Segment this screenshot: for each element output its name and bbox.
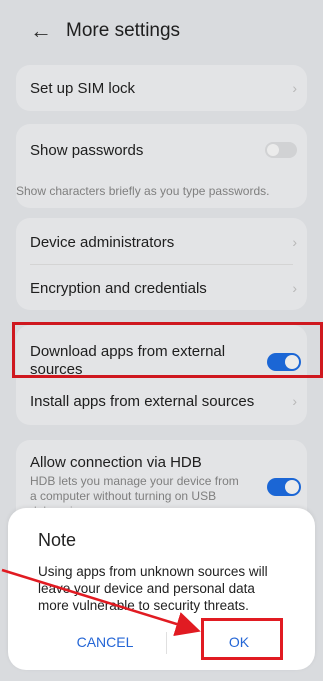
dialog-message-line1: Using apps from unknown sources will <box>38 564 268 579</box>
dialog-message: Using apps from unknown sources will lea… <box>38 563 300 614</box>
cancel-button[interactable]: CANCEL <box>60 634 150 650</box>
dialog-title: Note <box>38 530 77 550</box>
dialog-message-line3: more vulnerable to security threats. <box>38 598 249 613</box>
button-divider <box>166 632 167 654</box>
dialog-message-line2: leave your device and personal data <box>38 581 255 596</box>
annotation-highlight-ok <box>201 618 283 660</box>
